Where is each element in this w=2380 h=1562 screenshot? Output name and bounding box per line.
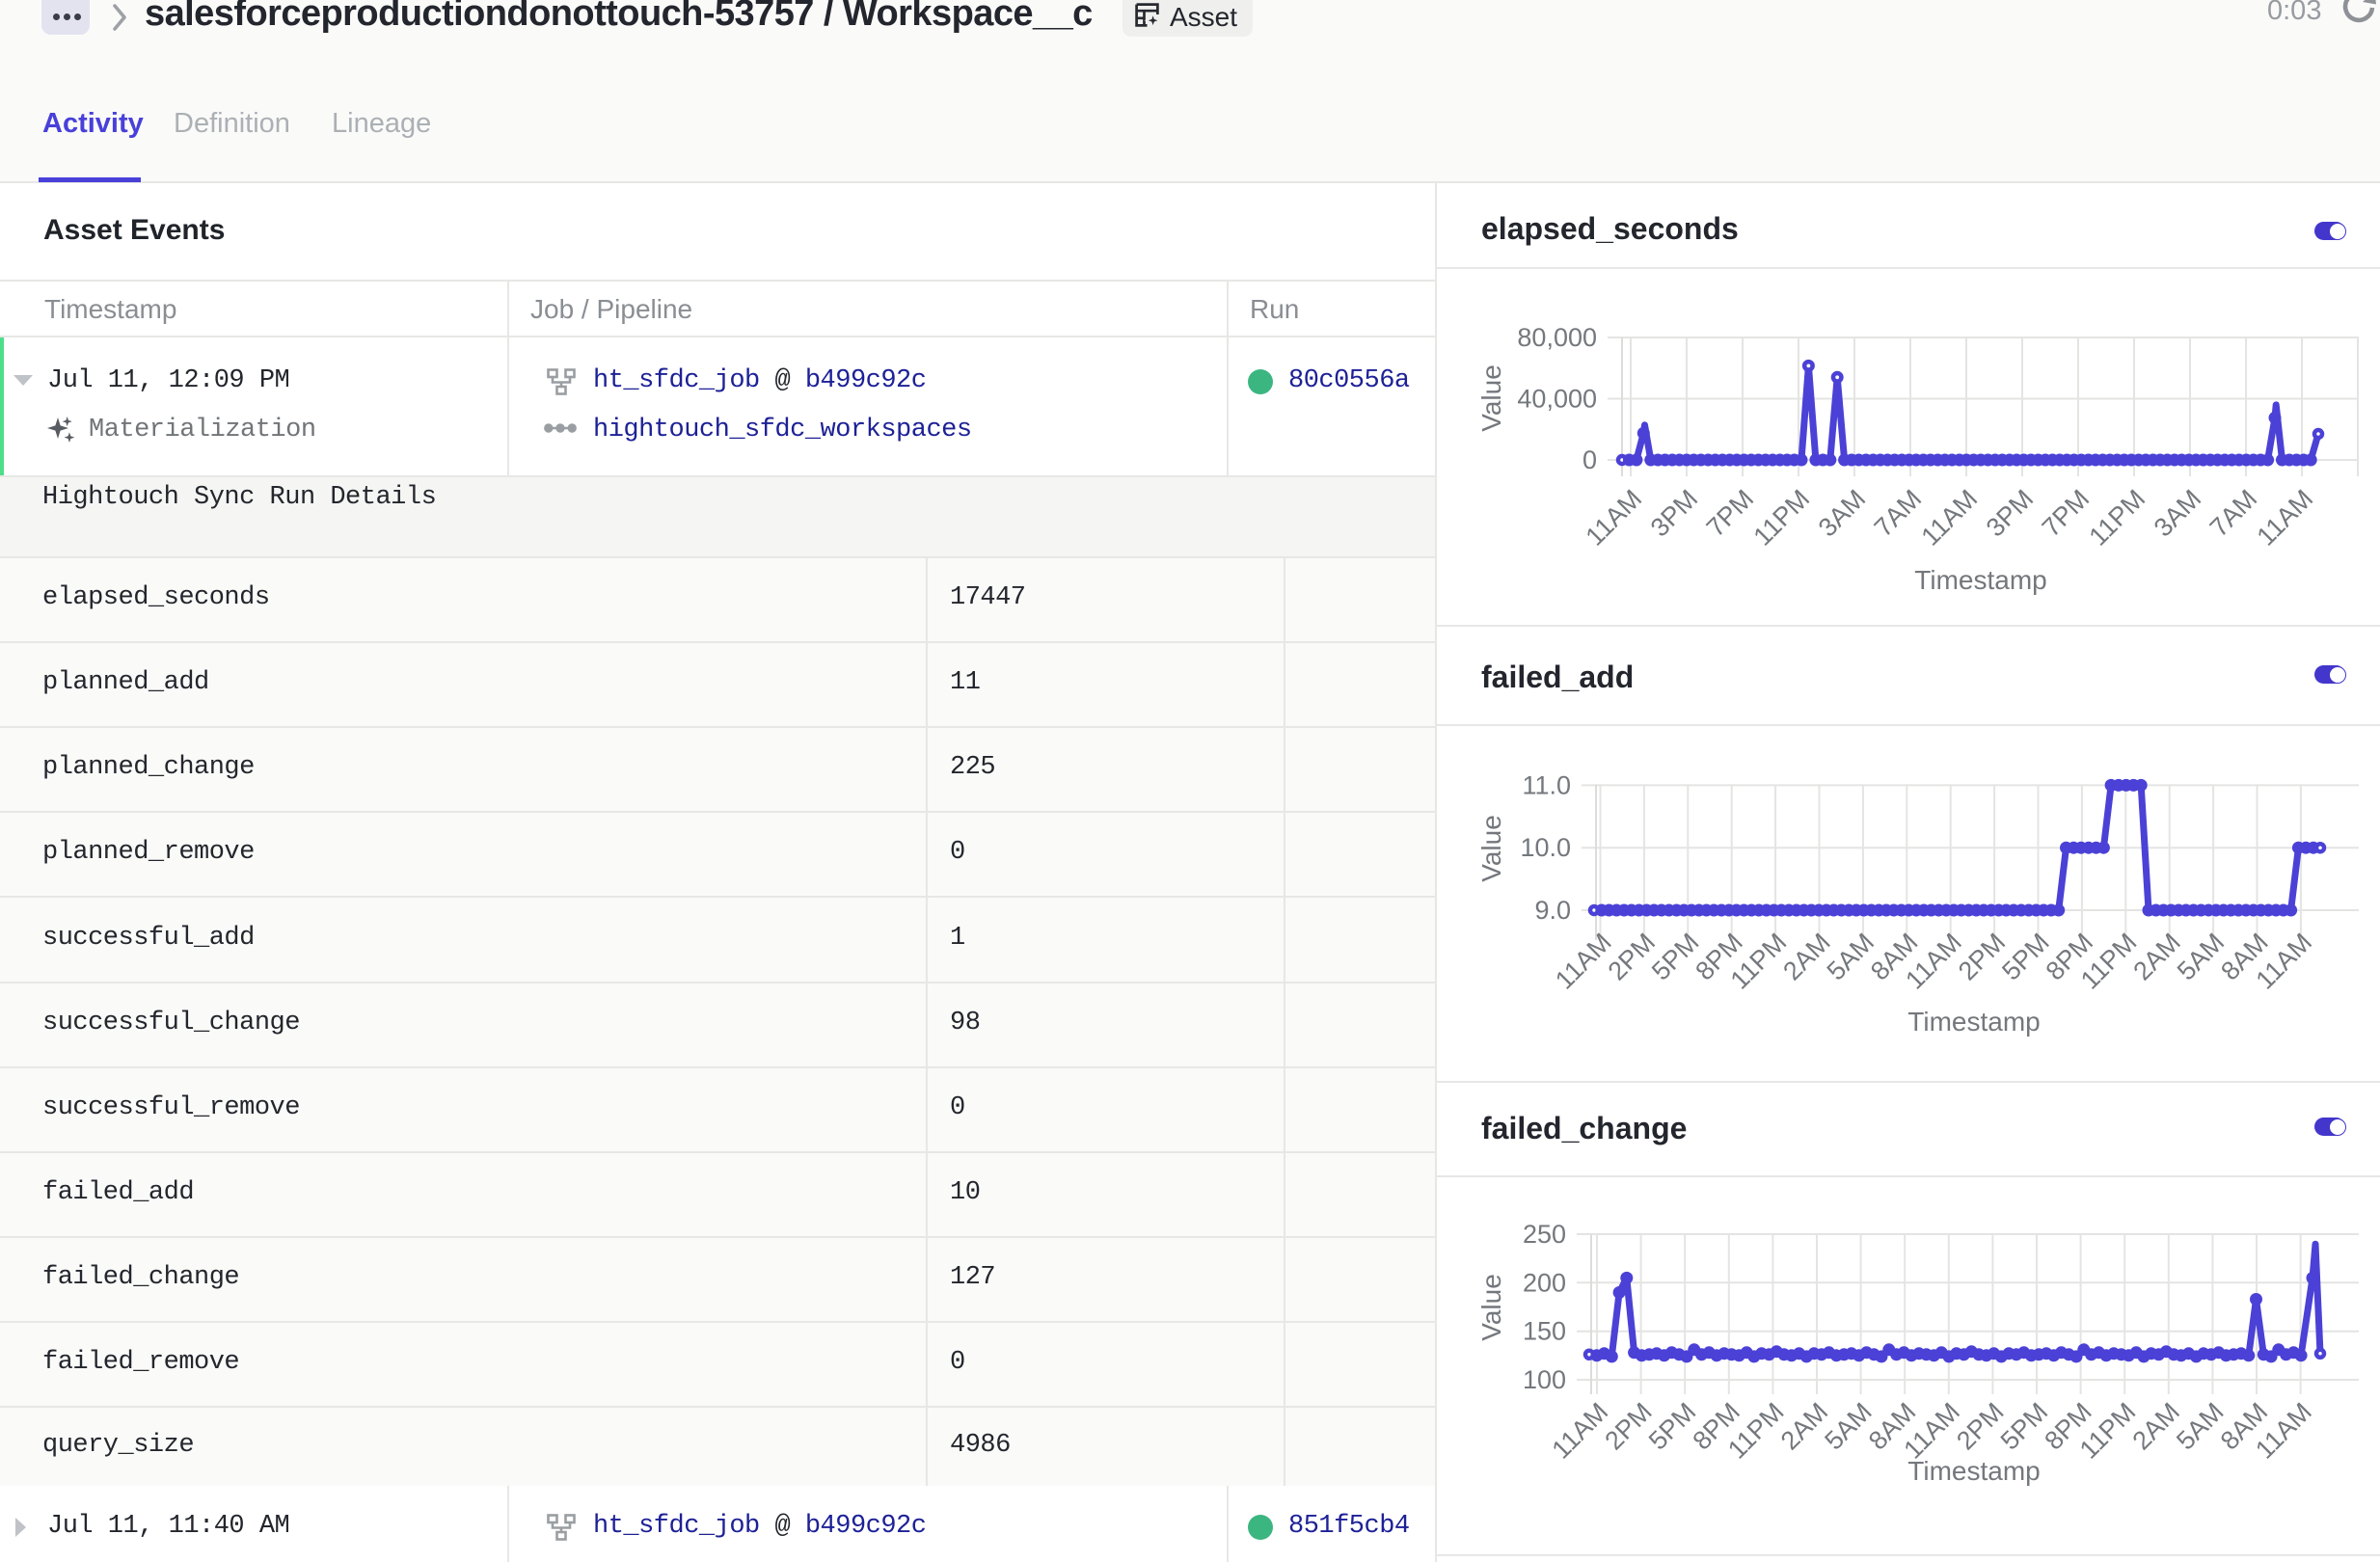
- svg-text:2AM: 2AM: [1777, 928, 1835, 985]
- svg-text:11PM: 11PM: [2084, 484, 2151, 552]
- svg-text:11PM: 11PM: [1748, 484, 1816, 552]
- svg-text:Timestamp: Timestamp: [1907, 1456, 2040, 1486]
- svg-text:150: 150: [1523, 1317, 1566, 1346]
- svg-text:Timestamp: Timestamp: [1914, 565, 2046, 595]
- svg-text:5AM: 5AM: [2172, 928, 2230, 985]
- svg-text:3PM: 3PM: [1981, 484, 2039, 542]
- svg-text:5PM: 5PM: [1996, 928, 2054, 985]
- svg-text:9.0: 9.0: [1534, 896, 1571, 925]
- svg-text:80,000: 80,000: [1517, 323, 1597, 352]
- svg-text:3PM: 3PM: [1645, 484, 1703, 542]
- svg-text:2AM: 2AM: [2127, 928, 2185, 985]
- svg-text:Value: Value: [1476, 815, 1506, 882]
- svg-text:2PM: 2PM: [1599, 1397, 1657, 1455]
- svg-text:5PM: 5PM: [1646, 928, 1704, 985]
- svg-text:5PM: 5PM: [1995, 1397, 2053, 1455]
- svg-text:0: 0: [1582, 445, 1597, 474]
- svg-text:10.0: 10.0: [1520, 833, 1571, 862]
- svg-text:40,000: 40,000: [1517, 385, 1597, 414]
- svg-text:11AM: 11AM: [1581, 484, 1648, 552]
- svg-text:100: 100: [1523, 1365, 1566, 1394]
- svg-text:2PM: 2PM: [1951, 1397, 2009, 1455]
- svg-text:2PM: 2PM: [1953, 928, 2011, 985]
- svg-text:Timestamp: Timestamp: [1907, 1007, 2040, 1037]
- svg-text:11AM: 11AM: [2252, 484, 2319, 552]
- svg-text:Value: Value: [1476, 364, 1506, 432]
- svg-text:250: 250: [1523, 1220, 1566, 1249]
- svg-text:Value: Value: [1476, 1274, 1506, 1341]
- svg-text:5AM: 5AM: [1822, 928, 1880, 985]
- svg-text:2AM: 2AM: [2127, 1397, 2185, 1455]
- svg-text:2PM: 2PM: [1603, 928, 1661, 985]
- svg-text:3AM: 3AM: [1813, 484, 1871, 542]
- svg-text:200: 200: [1523, 1268, 1566, 1297]
- svg-text:5PM: 5PM: [1643, 1397, 1701, 1455]
- svg-text:11.0: 11.0: [1522, 770, 1571, 799]
- svg-text:5AM: 5AM: [1819, 1397, 1877, 1455]
- svg-text:11AM: 11AM: [1916, 484, 1984, 552]
- svg-text:3AM: 3AM: [2149, 484, 2206, 542]
- svg-text:2AM: 2AM: [1775, 1397, 1833, 1455]
- svg-text:5AM: 5AM: [2171, 1397, 2229, 1455]
